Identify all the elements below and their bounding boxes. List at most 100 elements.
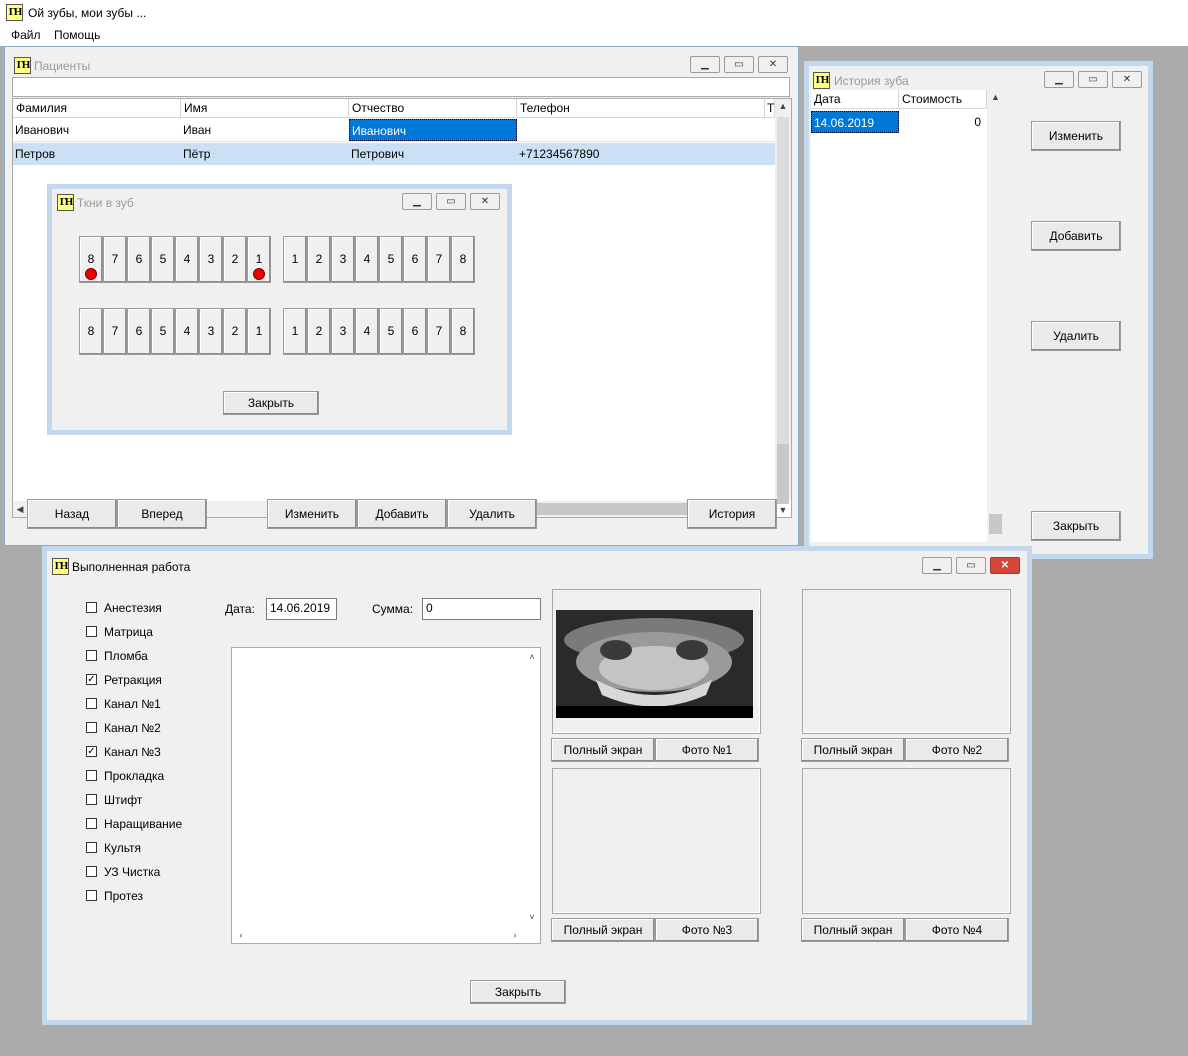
checkbox-checked[interactable]: ✓ — [86, 674, 97, 685]
work-close-button[interactable]: Закрыть — [470, 980, 566, 1004]
checkbox[interactable] — [86, 626, 97, 637]
checkbox[interactable] — [86, 650, 97, 661]
check-item[interactable]: ✓ Ретракция — [86, 672, 206, 688]
check-item[interactable]: УЗ Чистка — [86, 864, 206, 880]
tooth-button[interactable]: 1 — [283, 308, 307, 355]
scroll-track[interactable] — [777, 117, 789, 473]
forward-button[interactable]: Вперед — [117, 499, 207, 529]
close-button[interactable]: ✕ — [1112, 71, 1142, 88]
photo-button-4[interactable]: Фото №4 — [905, 918, 1009, 942]
check-item[interactable]: Штифт — [86, 792, 206, 808]
tooth-button[interactable]: 5 — [379, 308, 403, 355]
tooth-button[interactable]: 5 — [379, 236, 403, 283]
history-close-button[interactable]: Закрыть — [1031, 511, 1121, 541]
checkbox[interactable] — [86, 794, 97, 805]
tooth-button[interactable]: 4 — [355, 308, 379, 355]
add-button[interactable]: Добавить — [357, 499, 447, 529]
tooth-button[interactable]: 5 — [151, 308, 175, 355]
history-edit-button[interactable]: Изменить — [1031, 121, 1121, 151]
maximize-button[interactable]: ▭ — [956, 557, 986, 574]
checkbox[interactable] — [86, 698, 97, 709]
tooth-button[interactable]: 4 — [355, 236, 379, 283]
check-item[interactable]: Анестезия — [86, 600, 206, 616]
tooth-button[interactable]: 7 — [103, 308, 127, 355]
menu-help[interactable]: Помощь — [54, 28, 100, 42]
cell-date-selected[interactable]: 14.06.2019 — [811, 111, 899, 133]
scroll-right-icon[interactable]: › — [508, 928, 522, 942]
close-button[interactable]: ✕ — [758, 56, 788, 73]
maximize-button[interactable]: ▭ — [436, 193, 466, 210]
tooth-button[interactable]: 6 — [127, 308, 151, 355]
check-item[interactable]: Пломба — [86, 648, 206, 664]
checkbox[interactable] — [86, 842, 97, 853]
scroll-up-icon[interactable]: ▲ — [775, 99, 791, 113]
vertical-scrollbar[interactable]: ▲ ▼ — [775, 99, 791, 515]
photo-button-1[interactable]: Фото №1 — [655, 738, 759, 762]
sum-field[interactable]: 0 — [422, 598, 541, 620]
close-button[interactable]: ✕ — [990, 557, 1020, 574]
history-add-button[interactable]: Добавить — [1031, 221, 1121, 251]
fullscreen-button-1[interactable]: Полный экран — [551, 738, 655, 762]
check-item[interactable]: Прокладка — [86, 768, 206, 784]
photo-button-2[interactable]: Фото №2 — [905, 738, 1009, 762]
col-header-patronymic[interactable]: Отчество — [349, 99, 517, 118]
fullscreen-button-2[interactable]: Полный экран — [801, 738, 905, 762]
tooth-button[interactable]: 3 — [331, 236, 355, 283]
minimize-button[interactable]: ▁ — [922, 557, 952, 574]
scroll-left-icon[interactable]: ‹ — [234, 928, 248, 942]
minimize-button[interactable]: ▁ — [690, 56, 720, 73]
check-item[interactable]: Канал №2 — [86, 720, 206, 736]
check-item[interactable]: Протез — [86, 888, 206, 904]
scroll-down-icon[interactable]: ▼ — [775, 503, 791, 517]
check-item[interactable]: Культя — [86, 840, 206, 856]
checkbox-checked[interactable]: ✓ — [86, 746, 97, 757]
photo-button-3[interactable]: Фото №3 — [655, 918, 759, 942]
minimize-button[interactable]: ▁ — [402, 193, 432, 210]
scroll-left-icon[interactable]: ◀ — [13, 502, 27, 516]
tooth-button[interactable]: 3 — [199, 236, 223, 283]
tooth-button[interactable]: 4 — [175, 308, 199, 355]
vertical-scrollbar[interactable]: ▲ — [987, 90, 1004, 542]
scroll-up-icon[interactable]: ▲ — [987, 90, 1004, 104]
tooth-button[interactable]: 6 — [127, 236, 151, 283]
edit-button[interactable]: Изменить — [267, 499, 357, 529]
check-item[interactable]: Матрица — [86, 624, 206, 640]
tooth-button[interactable]: 2 — [307, 236, 331, 283]
tooth-button[interactable]: 7 — [427, 308, 451, 355]
tooth-button[interactable]: 2 — [307, 308, 331, 355]
tooth-button[interactable]: 3 — [331, 308, 355, 355]
maximize-button[interactable]: ▭ — [724, 56, 754, 73]
checkbox[interactable] — [86, 866, 97, 877]
scroll-thumb[interactable] — [989, 514, 1002, 534]
tooth-button[interactable]: 1 — [247, 308, 271, 355]
table-row[interactable]: Иванович Иван Иванович — [13, 119, 775, 142]
delete-button[interactable]: Удалить — [447, 499, 537, 529]
tooth-button[interactable]: 2 — [223, 308, 247, 355]
scroll-thumb[interactable] — [777, 444, 789, 504]
search-input[interactable] — [12, 77, 790, 97]
tooth-button[interactable]: 2 — [223, 236, 247, 283]
check-item[interactable]: Канал №1 — [86, 696, 206, 712]
history-button[interactable]: История — [687, 499, 777, 529]
tooth-button[interactable]: 3 — [199, 308, 223, 355]
history-delete-button[interactable]: Удалить — [1031, 321, 1121, 351]
fullscreen-button-4[interactable]: Полный экран — [801, 918, 905, 942]
col-header-phone[interactable]: Телефон — [517, 99, 765, 118]
checkbox[interactable] — [86, 722, 97, 733]
scroll-down-icon[interactable]: ˅ — [525, 910, 539, 924]
tooth-button[interactable]: 8 — [451, 236, 475, 283]
tooth-button[interactable]: 7 — [103, 236, 127, 283]
checkbox[interactable] — [86, 890, 97, 901]
tooth-button[interactable]: 8 — [79, 236, 103, 283]
tooth-button[interactable]: 6 — [403, 236, 427, 283]
col-header-extra[interactable]: Т — [765, 99, 775, 118]
checkbox[interactable] — [86, 770, 97, 781]
tooth-button[interactable]: 1 — [283, 236, 307, 283]
check-item[interactable]: Наращивание — [86, 816, 206, 832]
tooth-button[interactable]: 6 — [403, 308, 427, 355]
notes-textarea[interactable]: ˄ ˅ ‹ › — [231, 647, 541, 944]
col-header-firstname[interactable]: Имя — [181, 99, 349, 118]
col-header-cost[interactable]: Стоимость — [899, 90, 987, 109]
back-button[interactable]: Назад — [27, 499, 117, 529]
menu-file[interactable]: Файл — [11, 28, 41, 42]
